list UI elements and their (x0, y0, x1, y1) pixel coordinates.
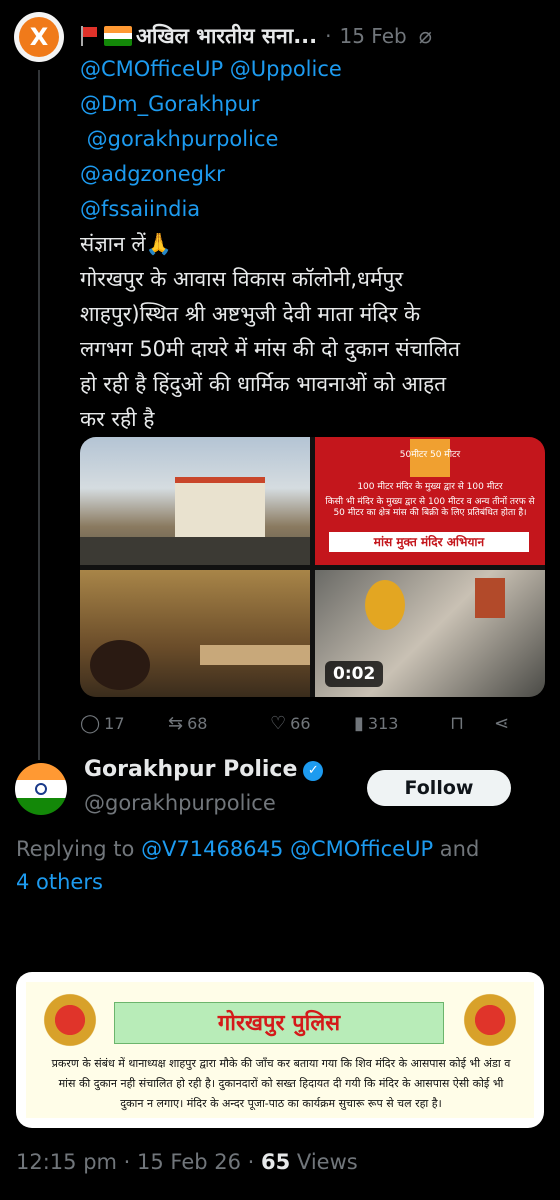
police-emblem-icon (460, 990, 520, 1050)
poster-text: किसी भी मंदिर के मुख्य द्वार से 100 मीटर… (325, 497, 535, 518)
reply-icon: ◯ (80, 712, 101, 734)
repost-button[interactable]: ⇆ 68 (168, 713, 270, 734)
notice-title: गोरखपुर पुलिस (114, 1002, 444, 1044)
replying-others[interactable]: 4 others (16, 870, 103, 894)
grok-icon[interactable]: ⌀ (419, 24, 432, 49)
views-icon: ▮ (354, 712, 364, 734)
poster-image[interactable]: 50मीटर 50 मीटर 100 मीटर मंदिर के मुख्य द… (315, 437, 545, 565)
like-button[interactable]: ♡ 66 (270, 713, 354, 734)
media-grid: 50मीटर 50 मीटर 100 मीटर मंदिर के मुख्य द… (80, 437, 545, 697)
video-duration: 0:02 (325, 661, 384, 687)
reply-handle[interactable]: @gorakhpurpolice (84, 791, 276, 815)
tweet-date[interactable]: 15 Feb (339, 24, 406, 48)
reply-button[interactable]: ◯ 17 (80, 713, 168, 734)
action-bar: ◯ 17 ⇆ 68 ♡ 66 ▮ 313 ⊓ ⋖ (80, 708, 540, 738)
india-flag-icon (104, 26, 132, 46)
tweet-text: @CMOfficeUP @Uppolice @Dm_Gorakhpur @gor… (80, 52, 550, 437)
author-name[interactable]: अखिल भारतीय सना... (136, 22, 317, 50)
poster-tag: मांस मुक्त मंदिर अभियान (329, 532, 529, 552)
reply-author-name: Gorakhpur Police (84, 757, 298, 782)
thread-line (38, 70, 40, 760)
verified-badge-icon: ✓ (303, 761, 324, 781)
x-logo-icon: X (19, 17, 59, 57)
mention-line[interactable]: @Dm_Gorakhpur (80, 87, 550, 122)
follow-button[interactable]: Follow (367, 770, 511, 806)
like-icon: ♡ (270, 712, 287, 734)
chakra-icon (35, 783, 47, 795)
reply-author[interactable]: Gorakhpur Police ✓ (84, 757, 324, 782)
poster-text: 100 मीटर मंदिर के मुख्य द्वार से 100 मीट… (357, 482, 503, 492)
notice-text: प्रकरण के संबंध में थानाध्यक्ष शाहपुर द्… (51, 1057, 511, 1110)
replying-mentions[interactable]: @V71468645 @CMOfficeUP (141, 837, 433, 861)
like-count: 66 (290, 713, 311, 733)
replying-to: Replying to @V71468645 @CMOfficeUP and 4… (16, 833, 556, 899)
mention-line[interactable]: @gorakhpurpolice (80, 122, 550, 157)
reply-footer: 12:15 pm · 15 Feb 26 · 65 Views (16, 1150, 358, 1174)
police-notice-image[interactable]: गोरखपुर पुलिस प्रकरण के संबंध में थानाध्… (16, 972, 544, 1128)
mention-line[interactable]: @fssaiindia (80, 192, 550, 227)
text-line: गोरखपुर के आवास विकास कॉलोनी,धर्मपुर (80, 267, 404, 291)
replying-prefix: Replying to (16, 837, 142, 861)
reply-timestamp[interactable]: 12:15 pm · 15 Feb 26 · (16, 1150, 261, 1174)
separator: · (325, 24, 332, 48)
notice-body: गोरखपुर पुलिस प्रकरण के संबंध में थानाध्… (26, 982, 534, 1118)
text-line: संज्ञान लें🙏 (80, 232, 172, 256)
video-thumbnail[interactable]: 0:02 (315, 570, 545, 697)
red-flag-icon (80, 26, 98, 46)
reply-avatar[interactable] (15, 763, 67, 815)
repost-icon: ⇆ (168, 712, 184, 734)
reply-count: 17 (104, 713, 125, 733)
shop-photo[interactable] (80, 570, 310, 697)
temple-photo[interactable] (80, 437, 310, 565)
replying-and: and (433, 837, 480, 861)
share-button[interactable]: ⋖ (494, 713, 513, 734)
tweet-header: अखिल भारतीय सना... · 15 Feb ⌀ (80, 20, 550, 52)
share-icon: ⋖ (494, 712, 510, 734)
mention-line[interactable]: @CMOfficeUP @Uppolice (80, 52, 550, 87)
original-tweet[interactable]: X अखिल भारतीय सना... · 15 Feb ⌀ @CMOffic… (0, 0, 560, 760)
bookmark-icon: ⊓ (450, 712, 465, 734)
views-count: 313 (367, 713, 399, 733)
text-line: कर रही है (80, 407, 155, 431)
text-line: शाहपुर)स्थित श्री अष्टभुजी देवी माता मंद… (80, 302, 421, 326)
reply-views-count: 65 (261, 1150, 291, 1174)
reply-views-label: Views (290, 1150, 358, 1174)
bookmark-button[interactable]: ⊓ (450, 713, 494, 734)
poster-text: 50मीटर 50 मीटर (399, 450, 461, 460)
police-emblem-icon (40, 990, 100, 1050)
text-line: लगभग 50मी दायरे में मांस की दो दुकान संच… (80, 337, 461, 361)
mention-line[interactable]: @adgzonegkr (80, 157, 550, 192)
repost-count: 68 (187, 713, 208, 733)
author-avatar[interactable]: X (14, 12, 64, 62)
text-line: हो रही है हिंदुओं की धार्मिक भावनाओं को … (80, 372, 447, 396)
views-button[interactable]: ▮ 313 (354, 713, 450, 734)
